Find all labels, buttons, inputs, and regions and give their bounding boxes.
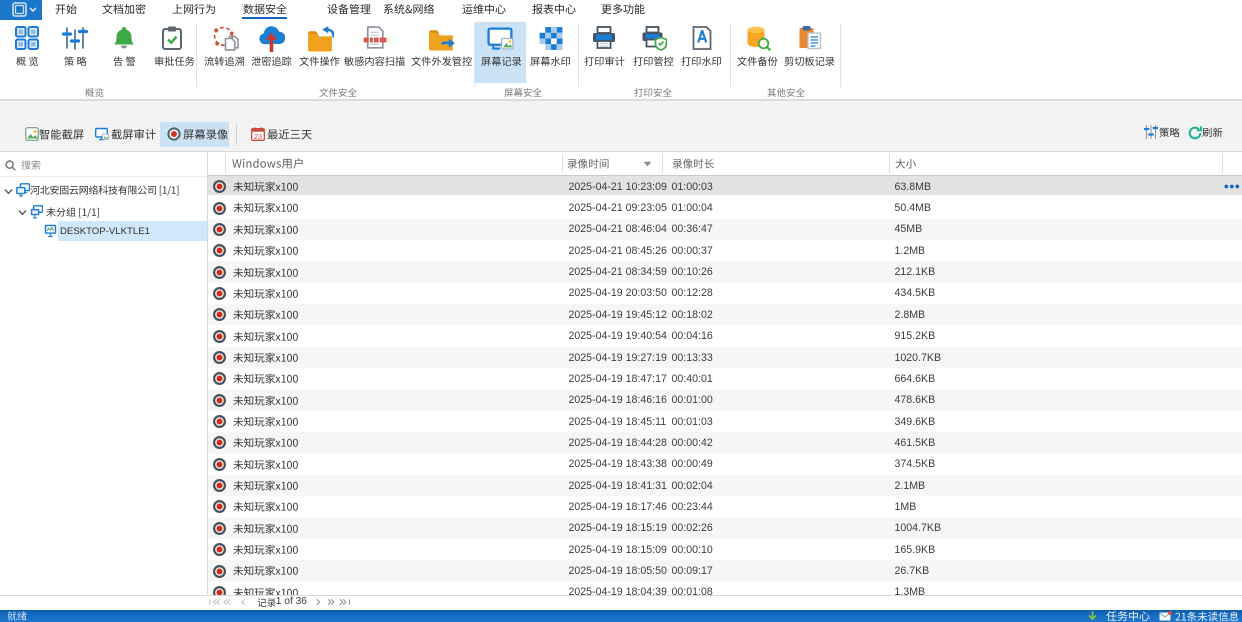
svg-text:23: 23 <box>254 132 262 141</box>
